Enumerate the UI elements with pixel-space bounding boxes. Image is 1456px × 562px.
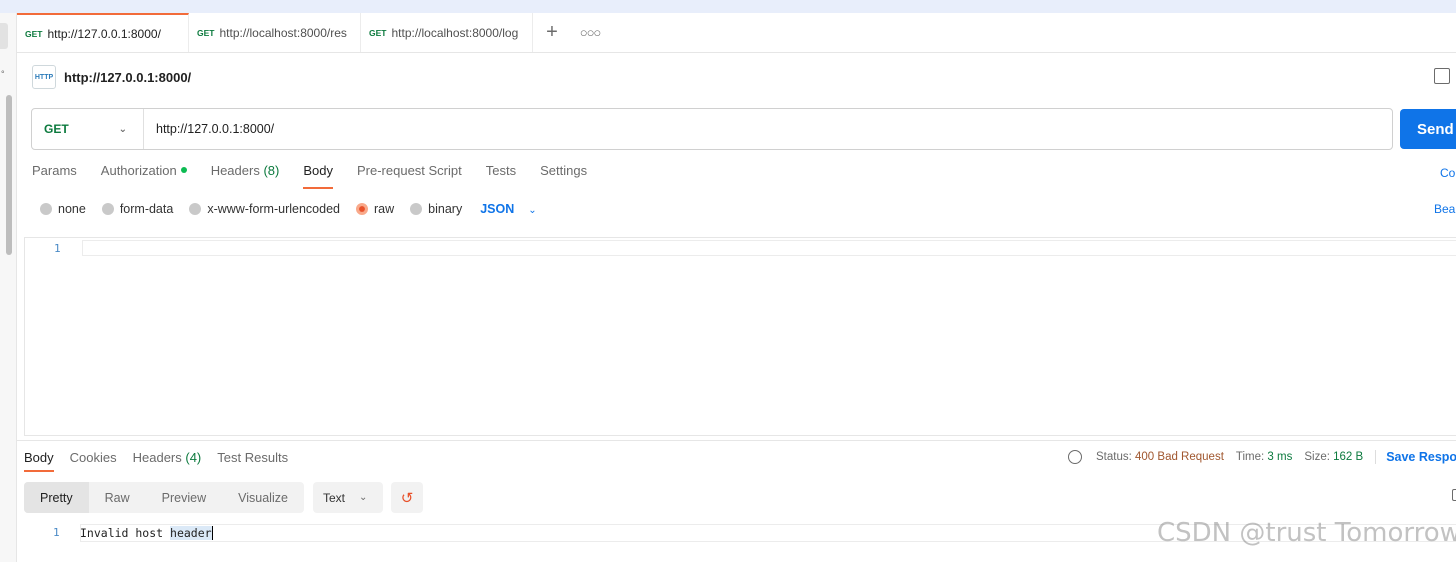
response-tab-cookies[interactable]: Cookies [70, 450, 117, 472]
url-bar: GET ⌄ http://127.0.0.1:8000/ [31, 108, 1393, 150]
tab-settings[interactable]: Settings [540, 163, 587, 189]
tab-prerequest-script[interactable]: Pre-request Script [357, 163, 462, 189]
method-label: GET [44, 122, 69, 136]
scrollbar[interactable] [6, 95, 12, 255]
tab-body[interactable]: Body [303, 163, 333, 189]
new-tab-plus-icon[interactable]: + [533, 13, 571, 52]
chevron-down-icon: ⌄ [359, 492, 368, 503]
body-type-options: none form-data x-www-form-urlencoded raw… [40, 201, 537, 217]
radio-circle [189, 203, 202, 215]
response-tab-test-results[interactable]: Test Results [217, 450, 288, 472]
response-view-modes: Pretty Raw Preview Visualize [24, 482, 304, 513]
view-pretty[interactable]: Pretty [24, 482, 89, 513]
response-tab-body[interactable]: Body [24, 450, 54, 472]
radio-circle-selected [356, 203, 368, 215]
tab-url: http://127.0.0.1:8000/ [47, 26, 161, 41]
request-tabs-bar: GET http://127.0.0.1:8000/ GET http://lo… [17, 13, 1456, 53]
tab-authorization[interactable]: Authorization [101, 163, 187, 189]
http-request-icon: HTTP [32, 65, 56, 89]
response-text: Invalid host header [80, 526, 213, 540]
save-response-button[interactable]: Save Respo [1375, 450, 1456, 464]
tab-url: http://localhost:8000/res [219, 25, 347, 40]
wrap-lines-icon[interactable]: ↺ [391, 482, 423, 513]
url-input[interactable]: http://127.0.0.1:8000/ [144, 122, 274, 136]
beautify-link[interactable]: Bea [1434, 202, 1455, 216]
request-tab-1[interactable]: GET http://127.0.0.1:8000/ [17, 13, 189, 52]
line-number: 1 [54, 242, 61, 255]
view-visualize[interactable]: Visualize [222, 482, 304, 513]
send-button[interactable]: Send [1400, 109, 1456, 149]
save-icon[interactable] [1434, 68, 1450, 84]
radio-form-data[interactable]: form-data [101, 202, 173, 216]
window-top-strip [0, 0, 1456, 13]
copy-icon[interactable] [1452, 489, 1456, 501]
tab-method: GET [197, 27, 215, 38]
tab-headers[interactable]: Headers (8) [211, 163, 280, 189]
chevron-down-icon: ⌄ [118, 123, 127, 135]
radio-circle [40, 203, 52, 215]
radio-none[interactable]: none [40, 202, 86, 216]
request-tab-2[interactable]: GET http://localhost:8000/res [189, 13, 361, 52]
radio-raw[interactable]: raw [356, 202, 394, 216]
response-divider[interactable] [17, 440, 1456, 441]
radio-urlencoded[interactable]: x-www-form-urlencoded [189, 202, 340, 216]
request-body-editor[interactable]: 1 [24, 237, 1456, 436]
tab-url: http://localhost:8000/log [391, 25, 519, 40]
sidebar-indicator-icon: ° [1, 69, 5, 79]
view-raw[interactable]: Raw [89, 482, 146, 513]
response-status-bar: Status: 400 Bad Request Time: 3 ms Size:… [1068, 450, 1456, 464]
request-tab-3[interactable]: GET http://localhost:8000/log [361, 13, 533, 52]
request-name[interactable]: http://127.0.0.1:8000/ [64, 70, 191, 85]
response-tabs: Body Cookies Headers (4) Test Results [24, 450, 288, 472]
radio-circle [410, 203, 423, 215]
cookies-link[interactable]: Co [1440, 166, 1455, 180]
more-tabs-icon[interactable]: ○○○ [571, 13, 609, 52]
time-info[interactable]: Time: 3 ms [1236, 451, 1292, 463]
radio-circle [101, 203, 114, 215]
raw-format-select[interactable]: JSON ⌄ [480, 202, 536, 216]
sidebar-toggle[interactable] [0, 23, 8, 49]
tab-tests[interactable]: Tests [486, 163, 516, 189]
active-indicator-dot [180, 167, 187, 173]
tab-method: GET [369, 27, 387, 38]
size-info[interactable]: Size: 162 B [1304, 451, 1363, 463]
view-preview[interactable]: Preview [146, 482, 222, 513]
current-line-highlight [82, 240, 1456, 256]
left-sidebar-gutter: ° [0, 13, 17, 562]
response-format-select[interactable]: Text ⌄ [313, 482, 383, 513]
chevron-down-icon: ⌄ [528, 205, 537, 216]
tab-params[interactable]: Params [32, 163, 77, 189]
response-tab-headers[interactable]: Headers (4) [133, 450, 202, 472]
globe-icon[interactable] [1068, 450, 1082, 464]
status-info[interactable]: Status: 400 Bad Request [1096, 451, 1224, 463]
radio-binary[interactable]: binary [410, 202, 462, 216]
request-header: HTTP http://127.0.0.1:8000/ [32, 64, 191, 90]
method-select[interactable]: GET ⌄ [32, 109, 144, 149]
line-number: 1 [53, 526, 60, 539]
tab-method: GET [25, 28, 43, 39]
request-section-tabs: Params Authorization Headers (8) Body Pr… [32, 163, 587, 189]
watermark: CSDN @trust Tomorrow [1157, 518, 1456, 548]
